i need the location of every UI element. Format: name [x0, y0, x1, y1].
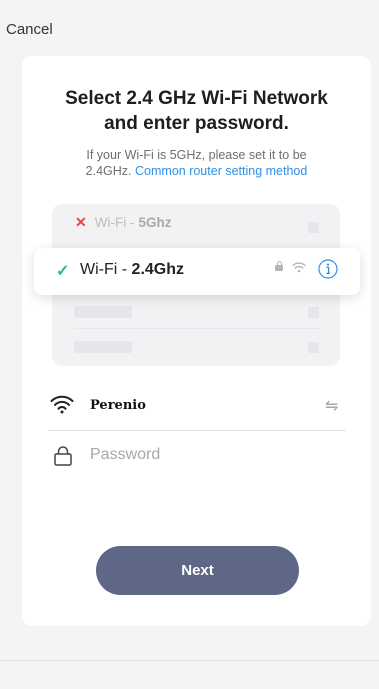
network-5ghz-band: 5Ghz: [138, 215, 172, 230]
password-input[interactable]: [90, 442, 320, 468]
cancel-button[interactable]: Cancel: [6, 21, 53, 38]
network-24ghz-band: 2.4Ghz: [131, 261, 185, 278]
placeholder-square: [308, 307, 319, 318]
placeholder-square: [308, 342, 319, 353]
placeholder-square: [308, 222, 319, 233]
password-row: [50, 442, 346, 472]
wifi-signal-icon: [292, 262, 306, 273]
wifi-icon: [50, 395, 74, 414]
network-24ghz-label: Wi-Fi - 2.4Ghz: [80, 261, 184, 279]
subtitle: If your Wi-Fi is 5GHz, please set it to …: [22, 147, 371, 179]
router-setting-link[interactable]: Common router setting method: [135, 164, 307, 178]
network-5ghz-example: ✕ Wi-Fi - 5Ghz: [75, 214, 171, 231]
network-ssid: Perenio: [90, 398, 146, 413]
selected-network-row[interactable]: Perenio ⇋: [50, 390, 346, 430]
subtitle-line-2: 2.4GHz. Common router setting method: [22, 163, 371, 179]
switch-network-icon[interactable]: ⇋: [325, 396, 338, 416]
subtitle-prefix: 2.4GHz.: [85, 164, 132, 178]
lock-icon: [54, 446, 72, 466]
network-24ghz-prefix: Wi-Fi -: [80, 261, 128, 278]
top-bar: Cancel: [0, 0, 379, 42]
title-line-1: Select 2.4 GHz Wi-Fi Network: [65, 88, 328, 109]
info-icon[interactable]: [318, 259, 338, 279]
cross-icon: ✕: [75, 214, 87, 230]
placeholder-divider: [74, 328, 322, 329]
wifi-setup-card: Select 2.4 GHz Wi-Fi Network and enter p…: [22, 56, 371, 626]
title-line-2: and enter password.: [104, 113, 289, 134]
placeholder-bar: [74, 306, 132, 318]
bottom-divider: [0, 660, 379, 661]
field-divider: [48, 430, 346, 431]
page-title: Select 2.4 GHz Wi-Fi Network and enter p…: [22, 86, 371, 136]
next-button[interactable]: Next: [96, 546, 299, 595]
checkmark-icon: ✓: [56, 263, 70, 280]
network-5ghz-prefix: Wi-Fi -: [94, 215, 135, 230]
placeholder-bar: [74, 341, 132, 353]
subtitle-line-1: If your Wi-Fi is 5GHz, please set it to …: [86, 148, 307, 162]
network-24ghz-example: ✓ Wi-Fi - 2.4Ghz: [34, 248, 360, 295]
lock-icon: [275, 261, 283, 271]
